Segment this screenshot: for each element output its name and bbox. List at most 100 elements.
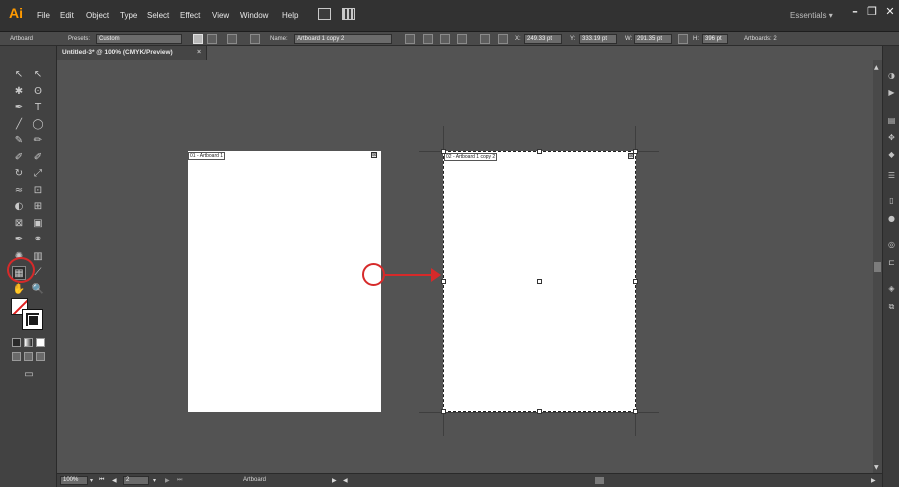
screen-mode-icon[interactable]: ▭: [22, 368, 36, 382]
canvas[interactable]: 01 - Artboard 1 ⊠ 02 - Artboard 1 copy 2…: [57, 60, 873, 473]
color-panel-icon[interactable]: ◑: [886, 71, 897, 81]
gradient-mode-button[interactable]: [24, 338, 33, 347]
color-mode-button[interactable]: [12, 338, 21, 347]
move-with-artboard-icon[interactable]: [405, 34, 415, 44]
brushes-panel-icon[interactable]: ▤: [886, 116, 897, 126]
menu-select[interactable]: Select: [147, 11, 169, 20]
width-tool-icon[interactable]: ≈: [12, 184, 26, 198]
status-menu-icon[interactable]: ▶: [332, 477, 337, 484]
gradient-panel-icon[interactable]: ▯: [886, 196, 897, 206]
resize-handle-top-right[interactable]: [633, 149, 638, 154]
vertical-scrollbar[interactable]: ▲ ▼: [873, 60, 882, 473]
line-tool-icon[interactable]: ╱: [12, 118, 26, 132]
x-field[interactable]: 249.33 pt: [524, 34, 562, 44]
w-field[interactable]: 291.35 pt: [634, 34, 672, 44]
last-artboard-icon[interactable]: ⏭: [177, 477, 182, 484]
artboard-number-dropdown-icon[interactable]: ▾: [153, 477, 156, 484]
resize-handle-bottom-right[interactable]: [633, 409, 638, 414]
menu-window[interactable]: Window: [240, 11, 268, 20]
eraser-tool-icon[interactable]: ✐: [31, 151, 45, 165]
layers-panel-icon[interactable]: ◈: [886, 284, 897, 294]
scroll-left-icon[interactable]: ◀: [343, 477, 348, 484]
free-transform-tool-icon[interactable]: ⊡: [31, 184, 45, 198]
none-mode-button[interactable]: [36, 338, 45, 347]
perspective-grid-tool-icon[interactable]: ⊞: [31, 200, 45, 214]
menu-type[interactable]: Type: [120, 11, 137, 20]
pen-tool-icon[interactable]: ✒: [12, 101, 26, 115]
close-button[interactable]: ✕: [882, 4, 898, 20]
zoom-dropdown-icon[interactable]: ▾: [90, 477, 93, 484]
mesh-tool-icon[interactable]: ⊠: [12, 217, 26, 231]
artboard-1-close-icon[interactable]: ⊠: [371, 152, 377, 158]
arrange-documents-icon[interactable]: [342, 8, 355, 20]
vertical-scroll-thumb[interactable]: [874, 262, 881, 272]
eyedropper-tool-icon[interactable]: ✒: [12, 233, 26, 247]
constrain-proportions-icon[interactable]: [678, 34, 688, 44]
draw-normal-button[interactable]: [12, 352, 21, 361]
direct-selection-tool-icon[interactable]: ↖: [31, 68, 45, 82]
next-artboard-icon[interactable]: ▶: [165, 477, 170, 484]
landscape-orientation-icon[interactable]: [207, 34, 217, 44]
scroll-up-icon[interactable]: ▲: [874, 64, 879, 71]
resize-handle-bottom-left[interactable]: [441, 409, 446, 414]
graphic-styles-panel-icon[interactable]: ◆: [886, 150, 897, 160]
previous-artboard-icon[interactable]: ◀: [112, 477, 117, 484]
symbols-panel-icon[interactable]: ✥: [886, 133, 897, 143]
workspace-switcher[interactable]: Essentials ▾: [790, 11, 833, 20]
document-tab[interactable]: Untitled-3* @ 100% (CMYK/Preview) ×: [57, 46, 207, 60]
show-cross-hairs-icon[interactable]: [440, 34, 450, 44]
restore-button[interactable]: ❐: [864, 4, 880, 20]
first-artboard-icon[interactable]: ⏮: [99, 477, 104, 484]
paintbrush-tool-icon[interactable]: ✎: [12, 134, 26, 148]
align-panel-icon[interactable]: ⊏: [886, 258, 897, 268]
zoom-level-field[interactable]: 100%: [60, 476, 88, 485]
artboard-name-field[interactable]: Artboard 1 copy 2: [294, 34, 392, 44]
resize-handle-right[interactable]: [633, 279, 638, 284]
scale-tool-icon[interactable]: ⤢: [31, 167, 45, 181]
stroke-panel-icon[interactable]: ☰: [886, 171, 897, 181]
bridge-icon[interactable]: [318, 8, 331, 20]
close-icon[interactable]: ×: [197, 46, 201, 60]
scroll-down-icon[interactable]: ▼: [874, 464, 879, 471]
column-graph-tool-icon[interactable]: ▥: [31, 250, 45, 264]
stroke-swatch[interactable]: [22, 309, 43, 330]
show-center-mark-icon[interactable]: [423, 34, 433, 44]
artboard-options-icon[interactable]: [480, 34, 490, 44]
show-video-safe-areas-icon[interactable]: [457, 34, 467, 44]
type-tool-icon[interactable]: T: [31, 101, 45, 115]
shape-builder-tool-icon[interactable]: ◐: [12, 200, 26, 214]
artboard-1[interactable]: [188, 151, 381, 412]
menu-file[interactable]: File: [37, 11, 50, 20]
swatches-panel-icon[interactable]: ▶: [886, 88, 897, 98]
y-field[interactable]: 333.19 pt: [579, 34, 617, 44]
draw-behind-button[interactable]: [24, 352, 33, 361]
artboard-2-label[interactable]: 02 - Artboard 1 copy 2: [444, 153, 498, 161]
magic-wand-tool-icon[interactable]: ✱: [12, 85, 26, 99]
artboards-panel-icon[interactable]: ⧉: [886, 302, 897, 312]
h-field[interactable]: 396 pt: [702, 34, 728, 44]
pencil-tool-icon[interactable]: ✏: [31, 134, 45, 148]
zoom-tool-icon[interactable]: 🔍: [31, 283, 45, 297]
artboard-number-field[interactable]: 2: [123, 476, 149, 485]
scroll-right-icon[interactable]: ▶: [871, 477, 876, 484]
presets-dropdown[interactable]: Custom: [96, 34, 182, 44]
draw-inside-button[interactable]: [36, 352, 45, 361]
hand-tool-icon[interactable]: ✋: [12, 283, 26, 297]
resize-handle-top[interactable]: [537, 149, 542, 154]
ellipse-tool-icon[interactable]: ◯: [31, 118, 45, 132]
menu-effect[interactable]: Effect: [180, 11, 200, 20]
resize-handle-bottom[interactable]: [537, 409, 542, 414]
resize-handle-top-left[interactable]: [441, 149, 446, 154]
blob-brush-tool-icon[interactable]: ✐: [12, 151, 26, 165]
gradient-tool-icon[interactable]: ▣: [31, 217, 45, 231]
menu-view[interactable]: View: [212, 11, 229, 20]
center-point-handle[interactable]: [537, 279, 542, 284]
lasso-tool-icon[interactable]: ʘ: [31, 85, 45, 99]
rotate-tool-icon[interactable]: ↻: [12, 167, 26, 181]
resize-handle-left[interactable]: [441, 279, 446, 284]
reference-point-icon[interactable]: [498, 34, 508, 44]
menu-edit[interactable]: Edit: [60, 11, 74, 20]
artboard-1-label[interactable]: 01 - Artboard 1: [188, 152, 226, 160]
delete-artboard-icon[interactable]: [250, 34, 260, 44]
minimize-button[interactable]: –: [847, 4, 863, 20]
